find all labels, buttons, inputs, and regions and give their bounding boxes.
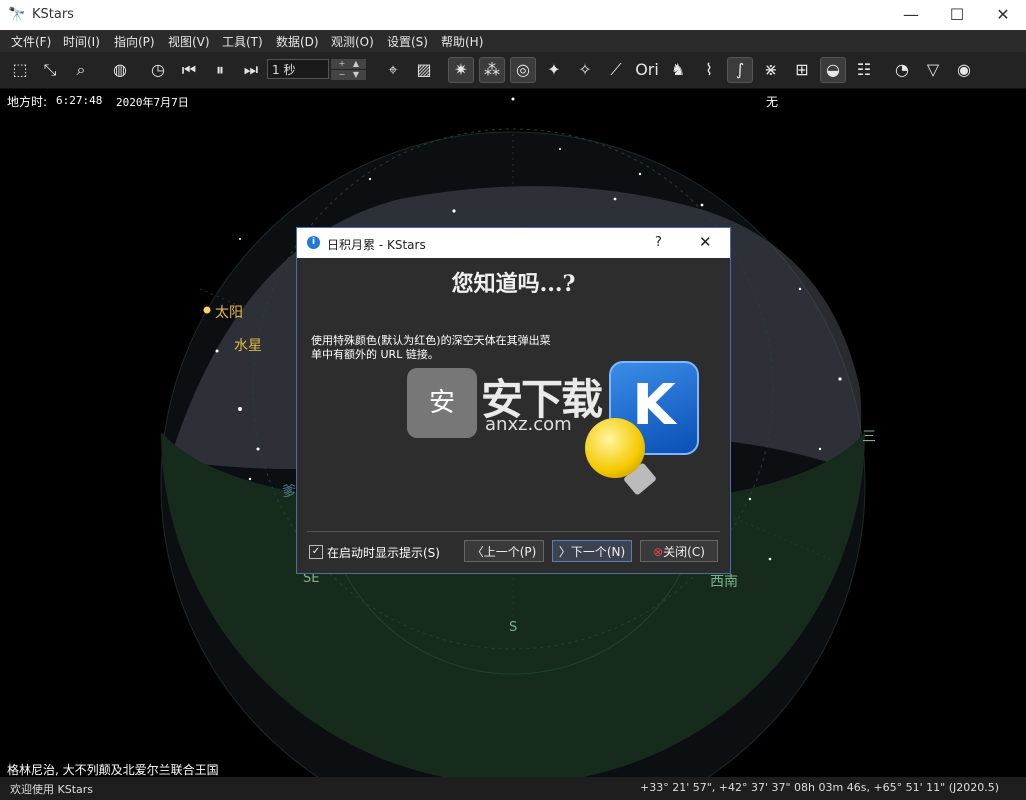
globe-icon[interactable]: ◍ [107,57,133,83]
constellation-label: 爹 [282,484,296,500]
equatorial-grid-icon[interactable]: ⋇ [758,57,784,83]
status-bar: 欢迎使用 KStars +33° 21' 57", +42° 37' 37" 0… [0,777,1026,800]
dialog-separator [307,531,720,532]
dialog-close-icon[interactable]: ✕ [699,233,712,251]
dialog-title-bar: i 日积月累 - KStars ? ✕ [297,228,730,258]
menu-settings[interactable]: 设置(S) [387,33,428,50]
time-unit-up-button[interactable]: ▲ [346,59,366,69]
telescope-fov-icon[interactable]: ◔ [889,57,915,83]
window-title: KStars [32,7,74,22]
menu-time[interactable]: 时间(I) [63,33,100,50]
horizontal-grid-icon[interactable]: ⊞ [789,57,815,83]
milky-way-toggle-icon[interactable]: ∫ [727,57,753,83]
image-icon[interactable]: ▨ [411,57,437,83]
eye-icon[interactable]: ◉ [951,57,977,83]
previous-tip-label: 上一个(P) [483,545,537,559]
tip-text: 使用特殊颜色(默认为红色)的深空天体在其弹出菜单中有额外的 URL 链接。 [311,334,551,361]
ground-toggle-icon[interactable]: ◒ [820,57,846,83]
menu-pointing[interactable]: 指向(P) [114,33,155,50]
chevron-right-icon: 〉 [558,545,571,559]
local-time-label: 地方时: [7,95,48,109]
lightbulb-icon [585,418,645,478]
step-forward-icon[interactable]: ⏭ [238,57,264,83]
toolbar: ⬚ ⤡ ⌕ ◍ ◷ ⏮ ⏸ ⏭ ⌖ ▨ ✷ ⁂ ◎ ✦ ✧ ⟋ Ori ♞ ⌇ … [0,52,1026,89]
step-back-icon[interactable]: ⏮ [176,57,202,83]
date-value: 2020年7月7日 [116,96,189,109]
next-tip-label: 下一个(N) [570,545,626,559]
hips-icon[interactable]: ☷ [851,57,877,83]
zoom-fit-icon[interactable]: ⬚ [7,57,33,83]
dialog-heading: 您知道吗...? [451,271,576,297]
time-step-input[interactable]: 1 秒 [267,59,329,79]
pause-icon[interactable]: ⏸ [207,57,233,83]
east-direction-label: 三 [862,429,876,445]
dialog-title: 日积月累 - KStars [327,238,426,252]
solar-system-toggle-icon[interactable]: ◎ [510,57,536,83]
menu-data[interactable]: 数据(D) [276,33,319,50]
dialog-help-button[interactable]: ? [655,235,662,250]
zoom-default-icon[interactable]: ⤡ [37,57,63,83]
close-dialog-button[interactable]: ⊗关闭(C) [640,540,718,562]
close-dialog-label: 关闭(C) [663,545,705,559]
previous-tip-button[interactable]: 〈上一个(P) [464,540,544,562]
menu-bar: 文件(F) 时间(I) 指向(P) 视图(V) 工具(T) 数据(D) 观测(O… [0,30,1026,52]
south-direction-label: S [509,620,518,635]
focus-object-label: 无 [766,95,779,109]
close-window-button[interactable]: ✕ [980,0,1026,30]
comet-icon[interactable]: ✦ [541,57,567,83]
kstars-app-icon: 🔭 [8,7,26,23]
constellation-boundary-icon[interactable]: ⌇ [696,57,722,83]
minimize-button[interactable]: — [888,0,934,30]
location-label: 格林尼治, 大不列颠及北爱尔兰联合王国 [7,763,219,777]
next-tip-button[interactable]: 〉下一个(N) [552,540,632,562]
maximize-button[interactable]: ☐ [934,0,980,30]
status-coordinates: +33° 21' 57", +42° 37' 37" 08h 03m 46s, … [640,781,1000,794]
tip-of-the-day-dialog: i 日积月累 - KStars ? ✕ 您知道吗...? 使用特殊颜色(默认为红… [296,227,731,574]
local-time-value: 6:27:48 [56,94,103,107]
menu-view[interactable]: 视图(V) [168,33,210,50]
clock-icon[interactable]: ◷ [145,57,171,83]
stars-toggle-icon[interactable]: ✷ [448,57,474,83]
search-icon[interactable]: ⌕ [68,57,94,83]
menu-help[interactable]: 帮助(H) [441,33,483,50]
constellation-lines-icon[interactable]: ⟋ [603,57,629,83]
mercury-label[interactable]: 水星 [234,335,262,355]
close-circle-icon: ⊗ [653,545,664,559]
sensor-fov-icon[interactable]: ▽ [920,57,946,83]
show-on-startup-checkbox[interactable]: ✓ [309,545,323,559]
sun-label[interactable]: 太阳 [215,302,243,322]
crosshair-icon[interactable]: ⌖ [380,57,406,83]
constellation-art-icon[interactable]: ♞ [665,57,691,83]
menu-tools[interactable]: 工具(T) [222,33,263,50]
chevron-left-icon: 〈 [471,545,484,559]
menu-observation[interactable]: 观测(O) [331,33,374,50]
constellation-names-icon[interactable]: Ori [634,57,660,83]
watermark-url: anxz.com [485,414,572,435]
watermark-shield-icon: 安 [407,368,477,438]
satellite-icon[interactable]: ✧ [572,57,598,83]
time-unit-down-button[interactable]: ▼ [346,70,366,80]
show-on-startup-label[interactable]: 在启动时显示提示(S) [327,544,440,561]
title-bar: 🔭 KStars — ☐ ✕ [0,0,1026,30]
southwest-direction-label: 西南 [710,574,738,590]
deep-sky-toggle-icon[interactable]: ⁂ [479,57,505,83]
info-icon: i [307,236,320,249]
status-message: 欢迎使用 KStars [10,783,93,796]
menu-file[interactable]: 文件(F) [11,33,51,50]
